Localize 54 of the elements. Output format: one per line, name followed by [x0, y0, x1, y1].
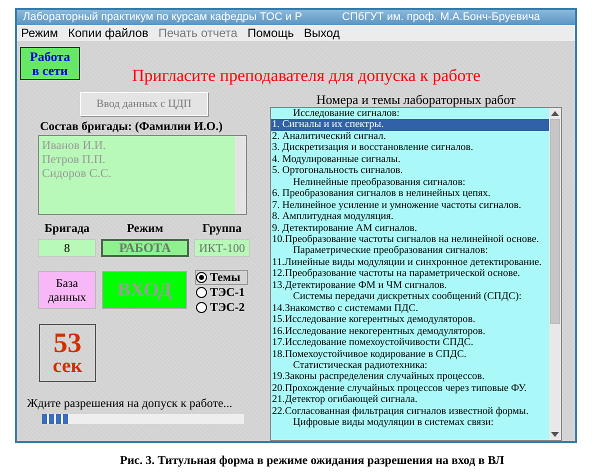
list-item[interactable]: 22.Согласованная фильтрация сигналов известной формы. [271, 406, 549, 418]
list-section-header[interactable]: Системы передачи дискретных сообщений (СПДС): [271, 291, 549, 303]
list-item[interactable]: 12.Преобразование частоты на параметрической основе. [271, 268, 549, 280]
radio-button[interactable]: Темы [195, 270, 248, 285]
list-item[interactable]: 7. Нелинейное усиление и умножение частоты сигналов. [271, 200, 549, 212]
timer-value: 53 [54, 330, 82, 356]
list-item[interactable]: 13.Детектирование ФМ и ЧМ сигналов. [271, 280, 549, 292]
window-subtitle: СПбГУТ им. проф. М.А.Бонч-Бруевича [342, 11, 540, 24]
list-item[interactable]: 6. Преобразования сигналов в нелинейных цепях. [271, 188, 549, 200]
list-item[interactable]: 15.Исследование когерентных демодуляторов. [271, 314, 549, 326]
list-item[interactable]: 11.Линейные виды модуляции и синхронное детектирование. [271, 256, 549, 268]
list-section-header[interactable]: Исследование сигналов: [271, 108, 549, 120]
field-label: Группа [202, 221, 242, 236]
scrollbar[interactable] [549, 108, 561, 440]
menu-item[interactable]: Выход [304, 26, 340, 40]
invite-message: Пригласите преподавателя для допуска к работе [132, 66, 481, 86]
radio-button[interactable]: ТЭС-1 [195, 285, 248, 300]
scroll-up-icon[interactable] [551, 111, 559, 116]
team-label: Состав бригады: (Фамилии И.О.) [40, 119, 223, 134]
network-button[interactable]: Работа в сети [20, 47, 80, 80]
list-title: Номера и темы лабораторных работ [316, 92, 516, 107]
field-label: Бригада [44, 221, 90, 236]
menu-item[interactable]: Помощь [247, 26, 294, 40]
list-item[interactable]: 18.Помехоустойчивое кодирование в СПДС. [271, 348, 549, 360]
menu-item[interactable]: Копии файлов [68, 26, 148, 40]
wait-message: Ждите разрешения на допуск к работе... [27, 396, 232, 411]
menu-item[interactable]: Режим [21, 26, 58, 40]
timer-unit: сек [52, 356, 82, 376]
figure-caption: Рис. 3. Титульная форма в режиме ожидания разрешения на вход в ВЛ [120, 453, 504, 468]
list-item[interactable]: 14.Знакомство с системами ПДС. [271, 302, 549, 314]
scroll-thumb[interactable] [550, 119, 560, 324]
list-item[interactable]: 16.Исследование некогерентных демодуляторов. [271, 326, 549, 338]
list-item[interactable]: 4. Модулированные сигналы. [271, 154, 549, 166]
list-item[interactable]: 2. Аналитический сигнал. [271, 130, 549, 142]
list-item[interactable]: 1. Сигналы и их спектры. [271, 119, 549, 131]
radio-button[interactable]: ТЭС-2 [195, 300, 248, 315]
field-label: Режим [126, 221, 164, 236]
list-section-header[interactable]: Цифровые виды модуляции в системах связи: [271, 417, 549, 429]
list-section-header[interactable]: Нелинейные преобразования сигналов: [271, 176, 549, 188]
list-item[interactable]: 19.Законы распределения случайных процессов. [271, 371, 549, 383]
window-title: Лабораторный практикум по курсам кафедры ТОС и Р [23, 11, 302, 24]
list-item[interactable]: 20.Прохождение случайных процессов через типовые ФУ. [271, 382, 549, 394]
list-item[interactable]: 9. Детектирование АМ сигналов. [271, 222, 549, 234]
list-item[interactable]: 17.Исследование помехоустойчивости СПДС. [271, 337, 549, 349]
list-item[interactable]: 21.Детектор огибающей сигнала. [271, 394, 549, 406]
list-item[interactable]: 3. Дискретизация и восстановление сигналов. [271, 142, 549, 154]
list-item[interactable]: 10.Преобразование частоты сигналов на нелинейной основе. [271, 234, 549, 246]
input-field[interactable]: 8 [38, 239, 96, 257]
list-item[interactable]: 8. Амплитудная модуляция. [271, 211, 549, 223]
scroll-down-icon[interactable] [551, 432, 559, 437]
list-item[interactable]: 5. Ортогональность сигналов. [271, 165, 549, 177]
list-section-header[interactable]: Параметрические преобразования сигналов: [271, 245, 549, 257]
database-button[interactable]: База данных [38, 271, 96, 309]
list-section-header[interactable]: Статистическая радиотехника: [271, 360, 549, 372]
